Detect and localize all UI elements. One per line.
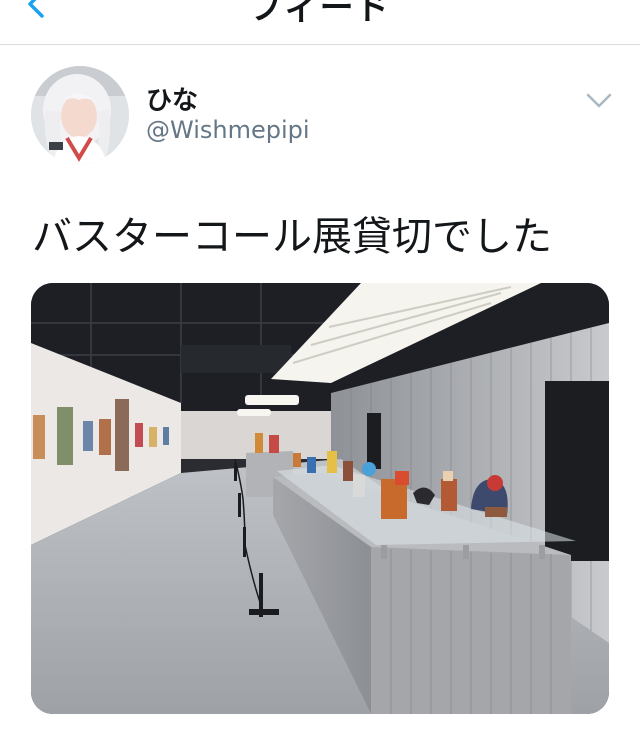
nav-title: フィード xyxy=(248,0,392,28)
avatar[interactable] xyxy=(31,66,129,164)
tweet-photo[interactable] xyxy=(31,283,609,714)
nav-bar: フィード xyxy=(0,0,640,45)
chevron-down-icon[interactable] xyxy=(584,88,614,112)
user-handle[interactable]: @Wishmepipi xyxy=(146,116,310,144)
tweet-text: バスターコール展貸切でした xyxy=(32,214,552,260)
display-name[interactable]: ひな xyxy=(146,80,198,117)
